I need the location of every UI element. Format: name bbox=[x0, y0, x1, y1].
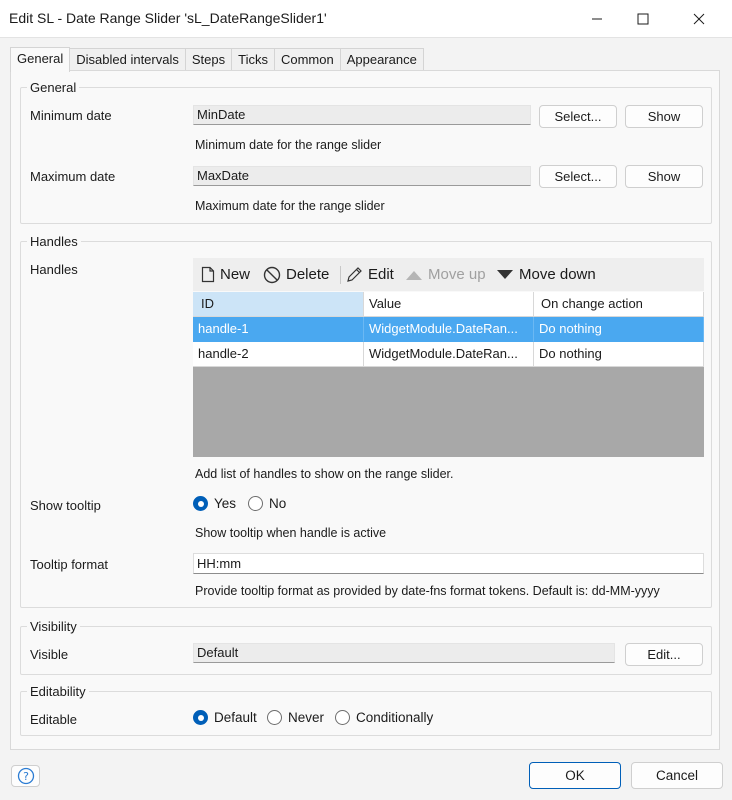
maximum-date-field[interactable]: MaxDate bbox=[193, 166, 531, 186]
window-title: Edit SL - Date Range Slider 'sL_DateRang… bbox=[9, 10, 327, 26]
tooltip-format-hint: Provide tooltip format as provided by da… bbox=[195, 584, 660, 598]
editable-default-radio[interactable]: Default bbox=[193, 710, 257, 725]
handle-action-cell: Do nothing bbox=[534, 342, 704, 367]
handles-grid: ID Value On change action handle-1 Widge… bbox=[193, 292, 704, 457]
handles-label: Handles bbox=[30, 262, 78, 277]
tooltip-format-label: Tooltip format bbox=[30, 557, 109, 572]
visible-field[interactable]: Default bbox=[193, 643, 615, 663]
new-handle-button[interactable]: New bbox=[201, 258, 250, 291]
general-legend: General bbox=[30, 80, 77, 95]
new-handle-label: New bbox=[220, 266, 251, 283]
edit-handle-label: Edit bbox=[368, 266, 394, 283]
visible-edit-button[interactable]: Edit... bbox=[625, 643, 703, 666]
minimum-date-show-button[interactable]: Show bbox=[625, 105, 703, 128]
triangle-down-icon bbox=[497, 269, 513, 279]
table-row[interactable]: handle-1 WidgetModule.DateRan... Do noth… bbox=[193, 317, 704, 342]
help-button[interactable]: ? bbox=[11, 765, 40, 787]
tooltip-format-input[interactable] bbox=[193, 553, 704, 574]
tab-ticks[interactable]: Ticks bbox=[231, 48, 275, 71]
tab-strip: General Disabled intervals Steps Ticks C… bbox=[10, 47, 424, 72]
move-up-button[interactable]: Move up bbox=[405, 258, 486, 291]
cancel-button[interactable]: Cancel bbox=[631, 762, 723, 789]
editable-default-label: Default bbox=[214, 710, 257, 725]
minimum-date-select-button[interactable]: Select... bbox=[539, 105, 617, 128]
minimum-date-label: Minimum date bbox=[30, 108, 112, 123]
column-header-value[interactable]: Value bbox=[364, 292, 534, 317]
new-document-icon bbox=[201, 266, 215, 283]
handle-value-cell: WidgetModule.DateRan... bbox=[364, 342, 534, 367]
tab-common[interactable]: Common bbox=[273, 48, 341, 71]
minimum-date-field[interactable]: MinDate bbox=[193, 105, 531, 125]
tab-disabled-intervals[interactable]: Disabled intervals bbox=[69, 48, 186, 71]
column-header-on-change-action[interactable]: On change action bbox=[534, 292, 704, 317]
editable-never-radio[interactable]: Never bbox=[267, 710, 324, 725]
minimize-icon bbox=[592, 18, 602, 20]
maximize-button[interactable] bbox=[620, 0, 666, 38]
grid-header-row: ID Value On change action bbox=[193, 292, 704, 317]
tooltip-yes-radio[interactable]: Yes bbox=[193, 496, 236, 511]
visible-label: Visible bbox=[30, 647, 69, 662]
visibility-legend: Visibility bbox=[30, 619, 77, 634]
editable-conditionally-radio[interactable]: Conditionally bbox=[335, 710, 433, 725]
ok-button[interactable]: OK bbox=[529, 762, 621, 789]
dialog-footer bbox=[0, 750, 732, 800]
move-up-label: Move up bbox=[428, 266, 486, 283]
handles-toolbar: New Delete Edit Move up Move down bbox=[193, 258, 704, 291]
tab-general[interactable]: General bbox=[10, 47, 71, 72]
delete-icon bbox=[263, 266, 281, 283]
title-bar: Edit SL - Date Range Slider 'sL_DateRang… bbox=[0, 0, 732, 38]
table-row[interactable]: handle-2 WidgetModule.DateRan... Do noth… bbox=[193, 342, 704, 367]
toolbar-separator bbox=[340, 266, 341, 284]
delete-handle-label: Delete bbox=[286, 266, 330, 283]
editable-never-label: Never bbox=[288, 710, 325, 725]
move-down-label: Move down bbox=[519, 266, 596, 283]
help-icon: ? bbox=[17, 767, 34, 785]
handle-value-cell: WidgetModule.DateRan... bbox=[364, 317, 534, 342]
move-down-button[interactable]: Move down bbox=[496, 258, 596, 291]
tab-steps[interactable]: Steps bbox=[184, 48, 233, 71]
delete-handle-button[interactable]: Delete bbox=[263, 258, 329, 291]
close-button[interactable] bbox=[676, 0, 722, 38]
show-tooltip-hint: Show tooltip when handle is active bbox=[195, 526, 387, 540]
handle-id-cell: handle-1 bbox=[193, 317, 364, 342]
handles-legend: Handles bbox=[30, 234, 78, 249]
close-icon bbox=[693, 13, 705, 25]
editable-label: Editable bbox=[30, 712, 77, 727]
radio-unselected-indicator bbox=[335, 710, 350, 725]
edit-pencil-icon bbox=[347, 267, 362, 282]
minimum-date-hint: Minimum date for the range slider bbox=[195, 138, 382, 152]
maximum-date-hint: Maximum date for the range slider bbox=[195, 199, 385, 213]
editable-conditionally-label: Conditionally bbox=[356, 710, 434, 725]
handle-id-cell: handle-2 bbox=[193, 342, 364, 367]
maximum-date-select-button[interactable]: Select... bbox=[539, 165, 617, 188]
minimize-button[interactable] bbox=[574, 0, 620, 38]
edit-handle-button[interactable]: Edit bbox=[346, 258, 394, 291]
handle-action-cell: Do nothing bbox=[534, 317, 704, 342]
maximum-date-label: Maximum date bbox=[30, 169, 116, 184]
column-header-id[interactable]: ID bbox=[193, 292, 364, 317]
handles-hint: Add list of handles to show on the range… bbox=[195, 467, 454, 481]
radio-unselected-indicator bbox=[248, 496, 263, 511]
tooltip-no-radio[interactable]: No bbox=[248, 496, 286, 511]
editability-legend: Editability bbox=[30, 684, 86, 699]
radio-selected-indicator bbox=[193, 710, 208, 725]
triangle-up-icon bbox=[406, 270, 422, 280]
tooltip-yes-label: Yes bbox=[214, 496, 237, 511]
radio-selected-indicator bbox=[193, 496, 208, 511]
radio-unselected-indicator bbox=[267, 710, 282, 725]
tooltip-no-label: No bbox=[269, 496, 287, 511]
show-tooltip-label: Show tooltip bbox=[30, 498, 101, 513]
help-glyph: ? bbox=[23, 770, 29, 783]
tab-appearance[interactable]: Appearance bbox=[339, 48, 424, 71]
maximize-icon bbox=[637, 13, 649, 25]
maximum-date-show-button[interactable]: Show bbox=[625, 165, 703, 188]
